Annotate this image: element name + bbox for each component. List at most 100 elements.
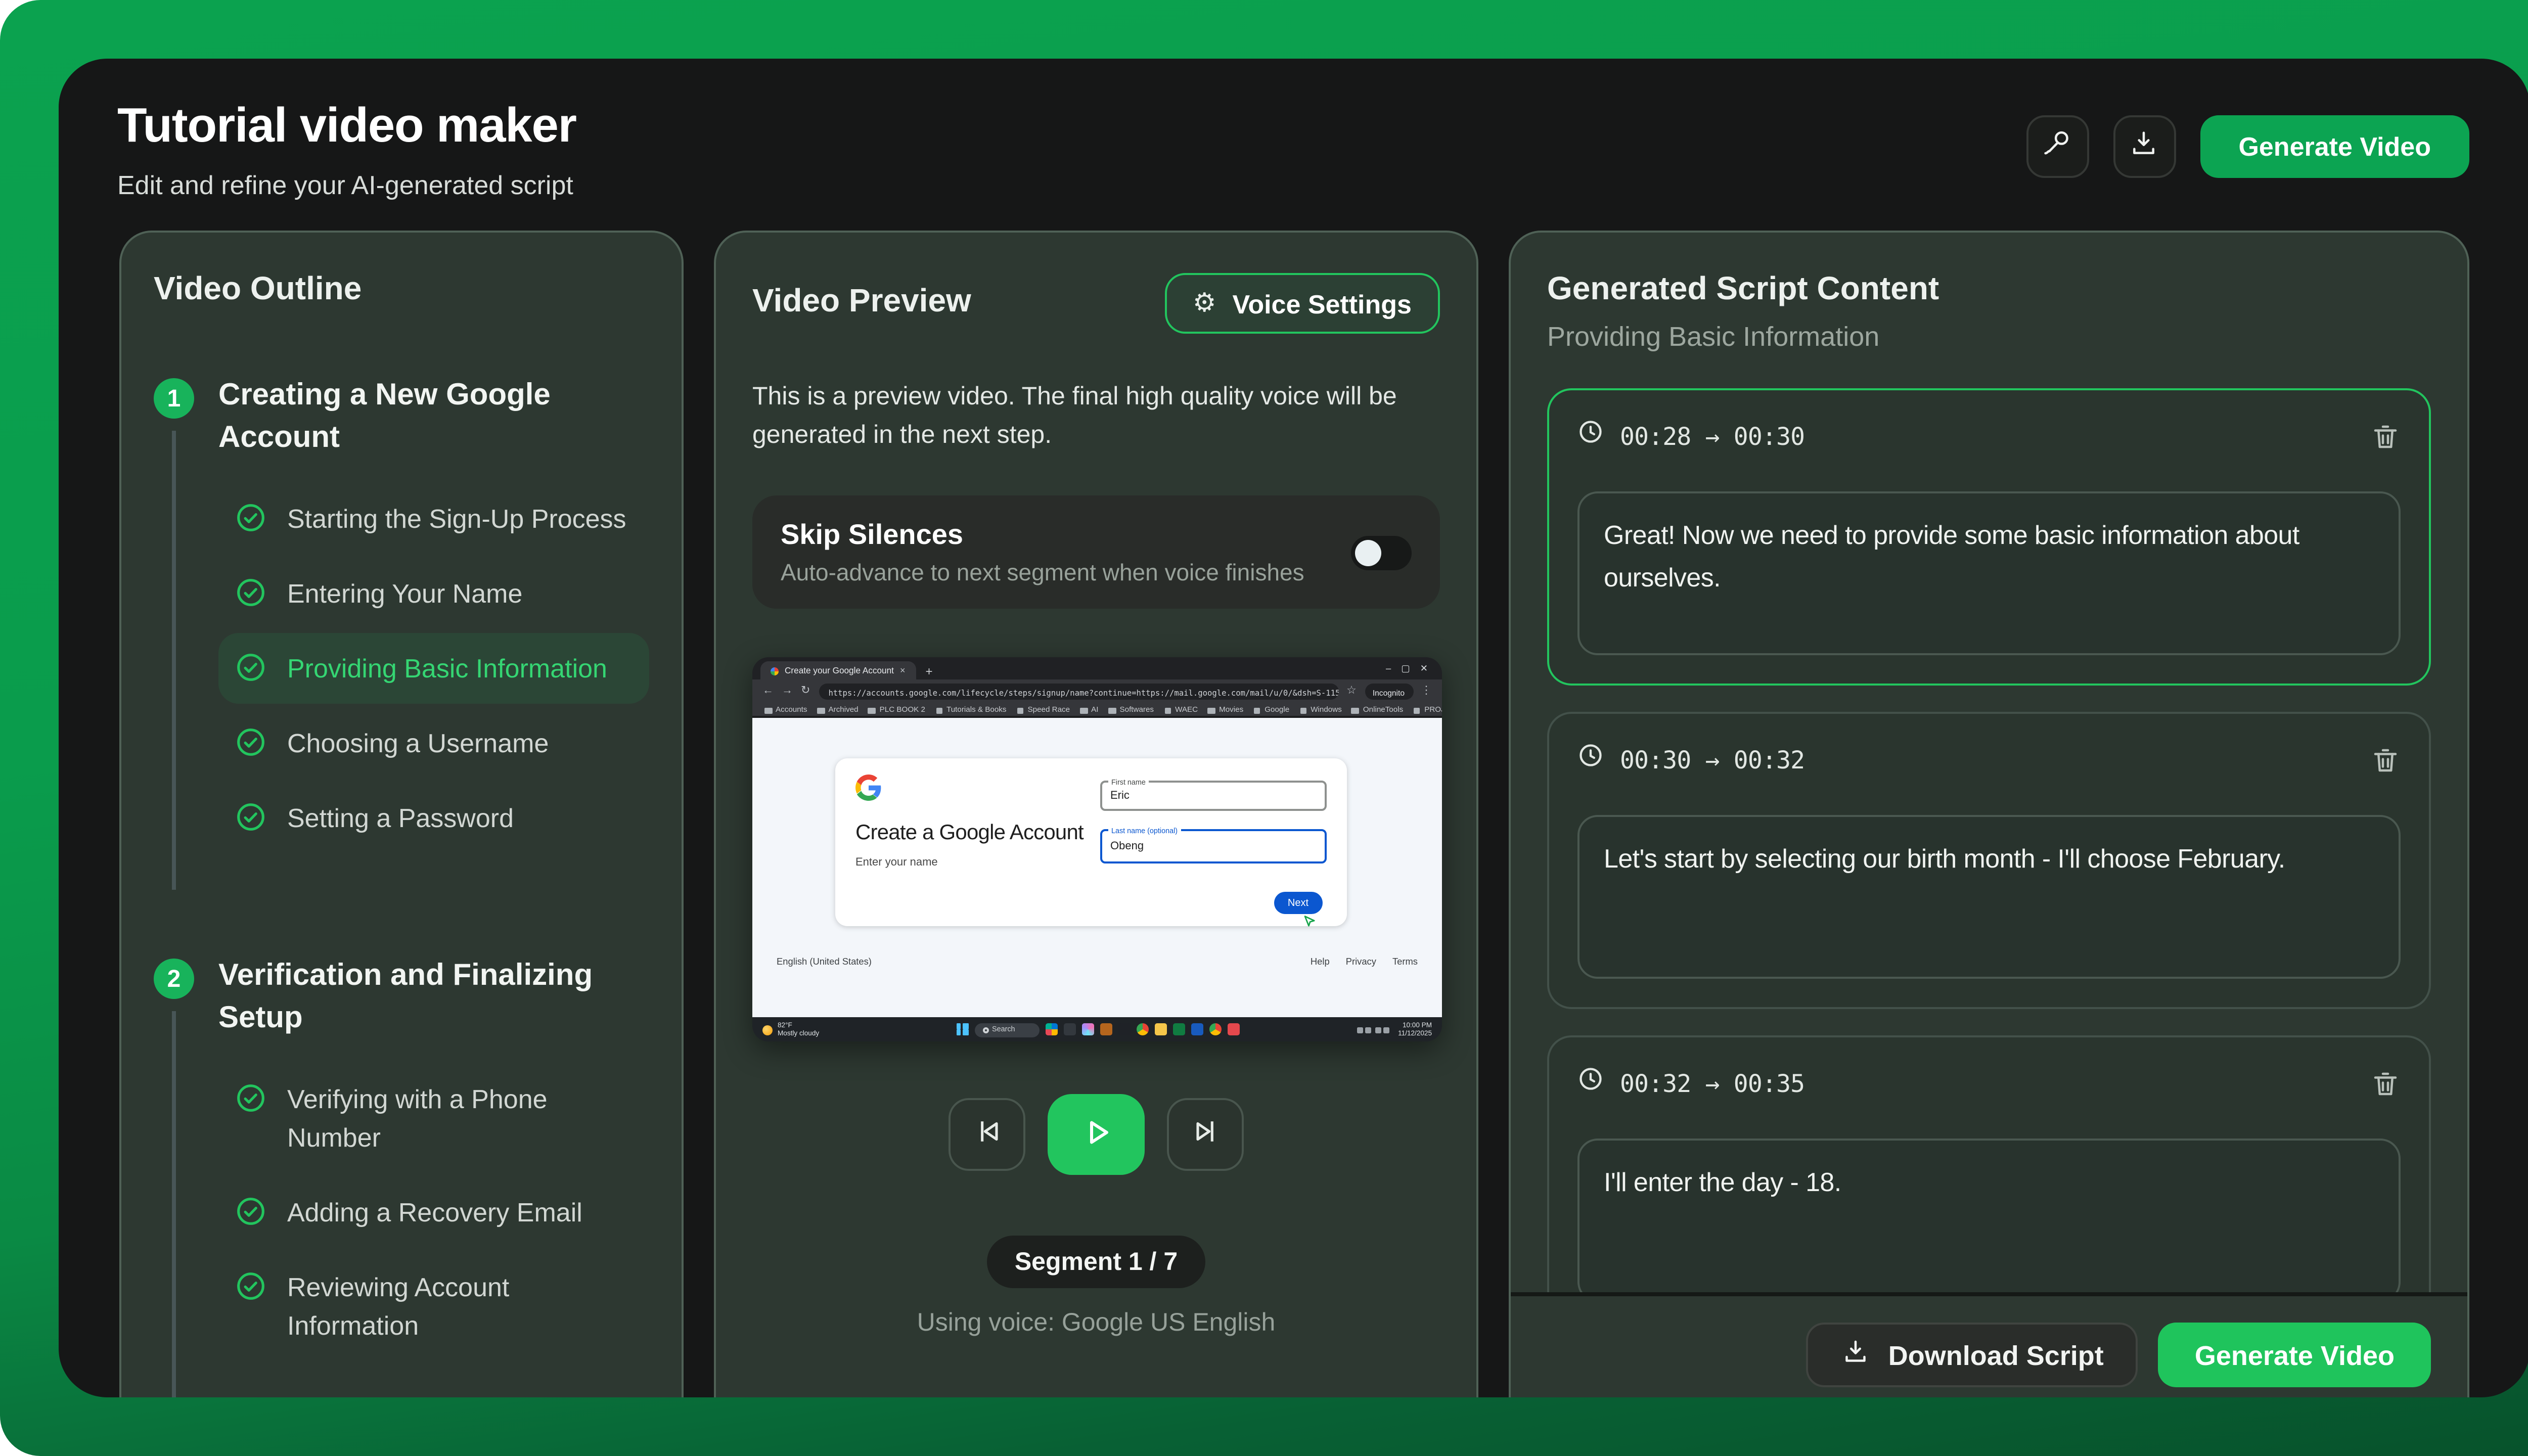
check-circle-icon bbox=[235, 1195, 267, 1227]
skip-silences-toggle[interactable] bbox=[1351, 535, 1412, 569]
trash-icon bbox=[2369, 1071, 2400, 1105]
delete-segment-button[interactable] bbox=[2368, 420, 2401, 454]
segment-card-header: 00:32 → 00:35 bbox=[1577, 1066, 2401, 1102]
forward-icon: → bbox=[782, 686, 793, 698]
content-columns: Video Outline 1 Creating a New Google Ac… bbox=[119, 231, 2469, 1397]
folder-icon bbox=[1413, 707, 1421, 713]
header-text: Tutorial video maker Edit and refine you… bbox=[117, 99, 577, 200]
voice-record-button[interactable] bbox=[2026, 115, 2089, 178]
check-circle-icon bbox=[235, 1270, 267, 1302]
segment-card: 00:30 → 00:32 Let's start by selecting o… bbox=[1547, 712, 2431, 1009]
excel-icon bbox=[1172, 1023, 1184, 1035]
cursor-icon bbox=[1304, 916, 1315, 927]
bookmark-item: PLC BOOK 2 bbox=[868, 706, 925, 714]
preview-note: This is a preview video. The final high … bbox=[752, 382, 1397, 449]
previous-segment-button[interactable] bbox=[949, 1098, 1025, 1171]
outline-item-active[interactable]: Providing Basic Information bbox=[218, 633, 649, 704]
clock-icon bbox=[1577, 1066, 1604, 1102]
check-circle-icon bbox=[235, 1082, 267, 1114]
skip-silences-card: Skip Silences Auto-advance to next segme… bbox=[752, 495, 1440, 609]
bookmark-star-icon: ☆ bbox=[1346, 686, 1357, 698]
download-script-button[interactable]: Download Script bbox=[1805, 1323, 2138, 1387]
reload-icon: ↻ bbox=[801, 686, 810, 698]
google-favicon bbox=[771, 666, 779, 674]
taskbar-app-icon bbox=[1099, 1023, 1111, 1035]
section-gutter: 2 bbox=[154, 954, 194, 1397]
bookmark-item: Accounts bbox=[764, 706, 807, 714]
outline-item[interactable]: Starting the Sign-Up Process bbox=[218, 483, 649, 554]
weather-text: 82°F Mostly cloudy bbox=[778, 1021, 820, 1037]
word-icon bbox=[1190, 1023, 1202, 1035]
segment-card-active: 00:28 → 00:30 Great! Now we need to prov… bbox=[1547, 388, 2431, 686]
start-icon bbox=[956, 1023, 968, 1035]
delete-segment-button[interactable] bbox=[2368, 1067, 2401, 1101]
outline-item-label: Setting a Password bbox=[287, 803, 514, 833]
outline-item[interactable]: Adding a Recovery Email bbox=[218, 1177, 649, 1248]
toggle-knob bbox=[1355, 539, 1381, 565]
next-segment-button[interactable] bbox=[1167, 1098, 1244, 1171]
folder-icon bbox=[1080, 707, 1088, 713]
weather-icon bbox=[762, 1024, 773, 1034]
download-script-label: Download Script bbox=[1888, 1340, 2104, 1370]
generate-video-button[interactable]: Generate Video bbox=[2200, 115, 2469, 178]
tray-icons bbox=[1357, 1026, 1390, 1032]
voice-settings-label: Voice Settings bbox=[1232, 288, 1412, 318]
taskbar-search: Search bbox=[974, 1022, 1039, 1036]
segment-list: 00:28 → 00:30 Great! Now we need to prov… bbox=[1511, 376, 2467, 1292]
clock-icon bbox=[1577, 419, 1604, 455]
outline-item-label: Entering Your Name bbox=[287, 578, 523, 609]
taskbar-tray: 10:00 PM 11/12/2025 bbox=[1357, 1021, 1432, 1038]
outline-item[interactable]: Choosing a Username bbox=[218, 708, 649, 779]
delete-segment-button[interactable] bbox=[2368, 743, 2401, 778]
window-controls: – ▢ ✕ bbox=[1386, 663, 1434, 679]
segment-text-input[interactable]: Great! Now we need to provide some basic… bbox=[1577, 491, 2401, 655]
segment-indicator: Segment 1 / 7 bbox=[986, 1236, 1206, 1288]
new-tab-icon: + bbox=[925, 667, 933, 679]
signup-page: Create a Google Account Enter your name … bbox=[752, 718, 1442, 1017]
video-outline-panel: Video Outline 1 Creating a New Google Ac… bbox=[119, 231, 684, 1397]
voice-settings-button[interactable]: ⚙ Voice Settings bbox=[1164, 273, 1440, 334]
outline-item[interactable]: Reviewing Account Information bbox=[218, 1252, 649, 1361]
google-logo bbox=[855, 775, 881, 801]
section-number-badge: 1 bbox=[154, 378, 194, 419]
taskbar-app-icon bbox=[1117, 1023, 1130, 1035]
browser-toolbar: ← → ↻ https://accounts.google.com/lifecy… bbox=[752, 679, 1442, 704]
footer-links: Help Privacy Terms bbox=[1310, 957, 1418, 967]
script-content-panel: Generated Script Content Providing Basic… bbox=[1509, 231, 2469, 1397]
check-circle-icon bbox=[235, 726, 267, 758]
bookmark-item: Speed Race bbox=[1016, 706, 1070, 714]
connector-line bbox=[172, 431, 175, 890]
check-circle-icon bbox=[235, 576, 267, 609]
clock-icon bbox=[1577, 742, 1604, 779]
trash-icon bbox=[2369, 748, 2400, 782]
menu-icon: ⋮ bbox=[1421, 686, 1432, 698]
segment-text-input[interactable]: I'll enter the day - 18. bbox=[1577, 1139, 2401, 1292]
page-title: Tutorial video maker bbox=[117, 99, 577, 154]
outline-item[interactable]: Setting a Password bbox=[218, 783, 649, 853]
first-name-field: First name Eric bbox=[1100, 778, 1327, 811]
signup-subheading: Enter your name bbox=[855, 857, 938, 870]
back-icon: ← bbox=[762, 686, 774, 698]
close-icon: ✕ bbox=[1420, 663, 1428, 673]
outline-item[interactable]: Entering Your Name bbox=[218, 558, 649, 629]
segment-text-input[interactable]: Let's start by selecting our birth month… bbox=[1577, 815, 2401, 979]
outline-item[interactable]: Verifying with a Phone Number bbox=[218, 1064, 649, 1173]
bookmark-item: Archived bbox=[817, 706, 859, 714]
generate-video-button-footer[interactable]: Generate Video bbox=[2158, 1323, 2431, 1387]
last-name-field: Last name (optional) Obeng bbox=[1100, 826, 1327, 863]
signup-heading: Create a Google Account bbox=[855, 821, 1084, 845]
download-button[interactable] bbox=[2113, 115, 2176, 178]
bookmark-item: WAEC bbox=[1164, 706, 1198, 714]
segment-card-header: 00:28 → 00:30 bbox=[1577, 419, 2401, 455]
bookmark-item: Google bbox=[1253, 706, 1289, 714]
last-name-label: Last name (optional) bbox=[1108, 826, 1181, 835]
script-footer: Download Script Generate Video bbox=[1511, 1292, 2467, 1395]
skip-back-icon bbox=[970, 1114, 1004, 1155]
play-button[interactable] bbox=[1048, 1094, 1145, 1175]
folder-icon bbox=[1108, 707, 1116, 713]
script-header: Generated Script Content Providing Basic… bbox=[1511, 233, 2467, 376]
script-subtitle: Providing Basic Information bbox=[1547, 322, 1880, 352]
outline-item-label: Providing Basic Information bbox=[287, 653, 607, 684]
segment-time-range: 00:30 → 00:32 bbox=[1620, 746, 1805, 775]
header-actions: Generate Video bbox=[2026, 99, 2469, 178]
